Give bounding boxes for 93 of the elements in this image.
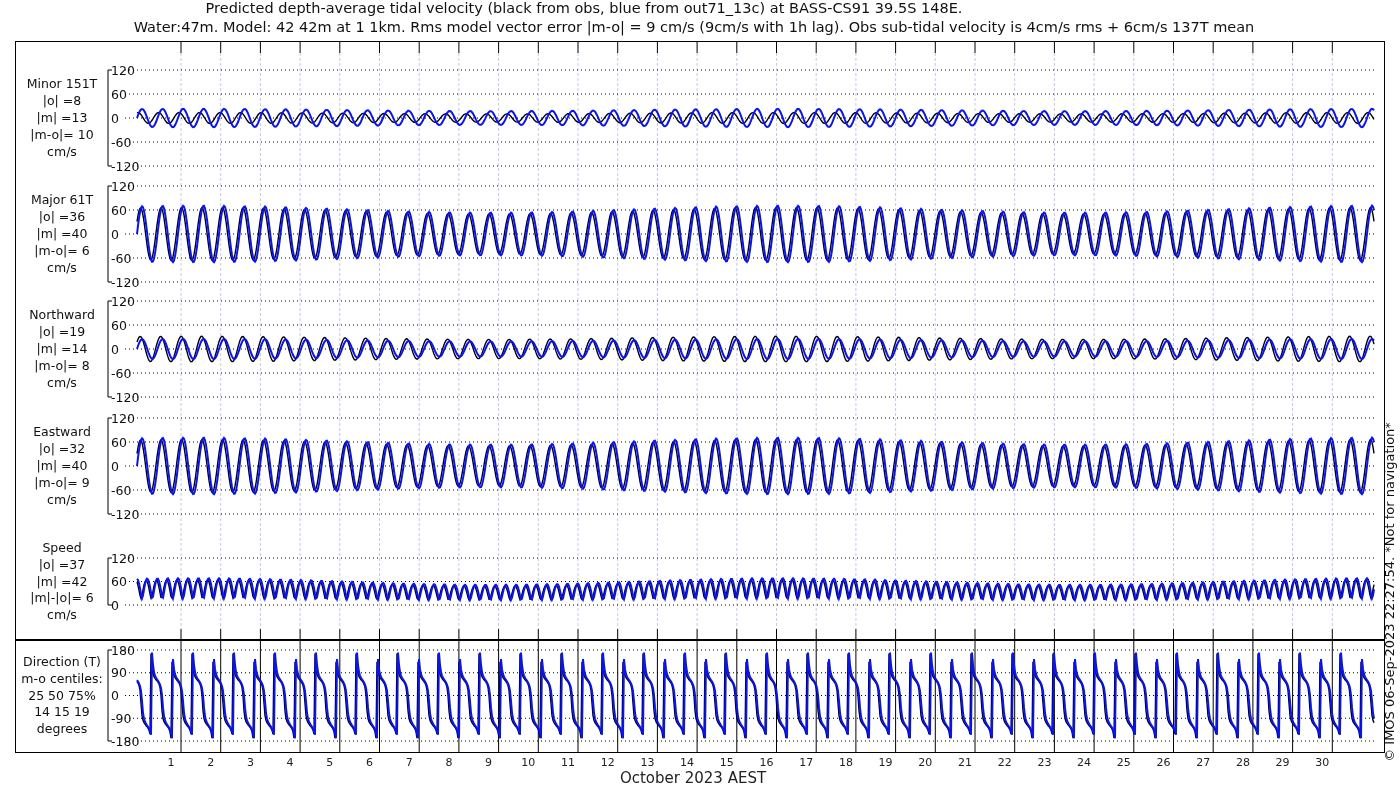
panel-label: |m| =40 [36, 458, 88, 473]
panel-label: m-o centiles: [21, 670, 103, 686]
panel-label: 14 15 19 [34, 704, 90, 720]
x-tick-label: 26 [1156, 756, 1171, 769]
figure-subtitle: Water:47m. Model: 42 42m at 1 1km. Rms model vector error |m-o| = 9 cm/s (9cm/s with 1h lag). Obs sub-tidal velocity is 4cm/s rms + 6cm/s 137T mean [133, 19, 1255, 35]
y-tick-label: -180 [111, 733, 140, 749]
panel-label: |m| =14 [36, 341, 88, 356]
x-tick-label: 14 [680, 756, 695, 769]
x-tick-label: 12 [600, 756, 615, 769]
x-tick-label: 8 [445, 756, 453, 769]
y-tick-label: 60 [111, 202, 127, 218]
panel-label: |o| =19 [38, 324, 86, 340]
y-tick-label: -120 [111, 274, 140, 290]
y-tick-label: 0 [111, 597, 119, 613]
x-tick-label: 30 [1315, 756, 1330, 769]
x-tick-label: 2 [207, 756, 215, 769]
panel-label: |o| =32 [38, 441, 86, 457]
panel-label: Major 61T [30, 192, 94, 208]
x-tick-label: 29 [1275, 756, 1290, 769]
y-tick-label: 120 [111, 62, 135, 78]
x-tick-label: 24 [1077, 756, 1092, 769]
x-tick-label: 13 [640, 756, 655, 769]
x-tick-label: 18 [838, 756, 853, 769]
x-tick-label: 5 [326, 756, 334, 769]
panel-label: Direction (T) [23, 653, 101, 669]
panel-label: cm/s [47, 143, 77, 159]
panel-label: Eastward [33, 424, 91, 440]
panel-label: |m-o|= 10 [30, 126, 94, 142]
x-tick-label: 27 [1196, 756, 1211, 769]
y-tick-label: 120 [111, 293, 135, 309]
panel-label: |m| =42 [36, 573, 88, 589]
x-tick-label: 16 [759, 756, 774, 769]
x-tick-label: 10 [521, 756, 536, 769]
x-tick-label: 22 [997, 756, 1012, 769]
x-tick-label: 7 [405, 756, 413, 769]
y-tick-label: -60 [111, 482, 132, 498]
y-tick-label: 0 [111, 110, 119, 126]
panel-label: cm/s [47, 607, 77, 623]
panel-label: |m-o|= 9 [34, 474, 90, 490]
panel-label: |m-o|= 6 [34, 242, 90, 258]
y-axis [107, 557, 113, 606]
panel-label: |m| =13 [36, 110, 88, 125]
copyright-notice: © IMOS 06-Sep-2023 22:27:54. *Not for navigation* [1382, 422, 1397, 762]
y-tick-label: 0 [111, 688, 119, 703]
x-tick-label: 9 [485, 756, 493, 769]
y-tick-label: 120 [111, 550, 135, 566]
y-tick-label: -60 [111, 250, 132, 266]
y-tick-label: 180 [111, 642, 135, 658]
panel-label: 25 50 75% [28, 687, 96, 703]
x-tick-label: 25 [1116, 756, 1131, 769]
x-tick-label: 4 [286, 756, 294, 769]
panel-label: cm/s [47, 491, 77, 507]
y-tick-label: 60 [111, 317, 127, 333]
panel-label: Minor 151T [26, 76, 98, 92]
panel-label: degrees [36, 721, 88, 737]
panel-label: |m| =40 [36, 226, 88, 241]
x-tick-label: 28 [1235, 756, 1250, 769]
x-tick-label: 1 [167, 756, 175, 769]
x-tick-label: 23 [1037, 756, 1052, 769]
y-tick-label: 60 [111, 574, 127, 589]
x-tick-label: 17 [799, 756, 814, 769]
panel-label: cm/s [47, 374, 77, 390]
panel-label: |m|-|o|= 6 [30, 590, 94, 606]
x-tick-label: 11 [561, 756, 575, 769]
y-tick-label: 120 [111, 410, 135, 426]
y-tick-label: 60 [111, 434, 127, 450]
y-tick-label: -90 [111, 710, 132, 726]
figure-title: Predicted depth-average tidal velocity (black from obs, blue from out71_13c) at BASS-CS91 39.5S 148E. [205, 0, 963, 16]
x-tick-label: 6 [366, 756, 373, 769]
x-tick-label: 15 [719, 756, 734, 769]
y-tick-label: 120 [111, 178, 135, 194]
y-tick-label: -120 [111, 506, 140, 522]
panel-label: Northward [29, 307, 95, 323]
x-tick-label: 19 [878, 756, 893, 769]
panel-label: |o| =37 [38, 556, 86, 572]
y-tick-label: -60 [111, 365, 132, 381]
panel-label: Speed [42, 539, 82, 555]
panel-label: |m-o|= 8 [34, 357, 90, 373]
y-tick-label: 60 [111, 86, 127, 102]
panel-label: |o| =36 [38, 209, 86, 225]
y-tick-label: 0 [111, 458, 119, 474]
panel-label: cm/s [47, 259, 77, 275]
x-axis-label: October 2023 AEST [619, 769, 767, 787]
y-tick-label: 90 [111, 665, 127, 681]
x-tick-label: 20 [918, 756, 933, 769]
y-tick-label: -120 [111, 158, 140, 174]
y-tick-label: 0 [111, 341, 119, 357]
y-tick-label: 0 [111, 226, 119, 242]
y-tick-label: -60 [111, 134, 132, 150]
x-tick-label: 3 [246, 756, 254, 769]
x-tick-label: 21 [958, 756, 972, 769]
y-tick-label: -120 [111, 389, 140, 405]
panel-label: |o| =8 [42, 93, 82, 109]
